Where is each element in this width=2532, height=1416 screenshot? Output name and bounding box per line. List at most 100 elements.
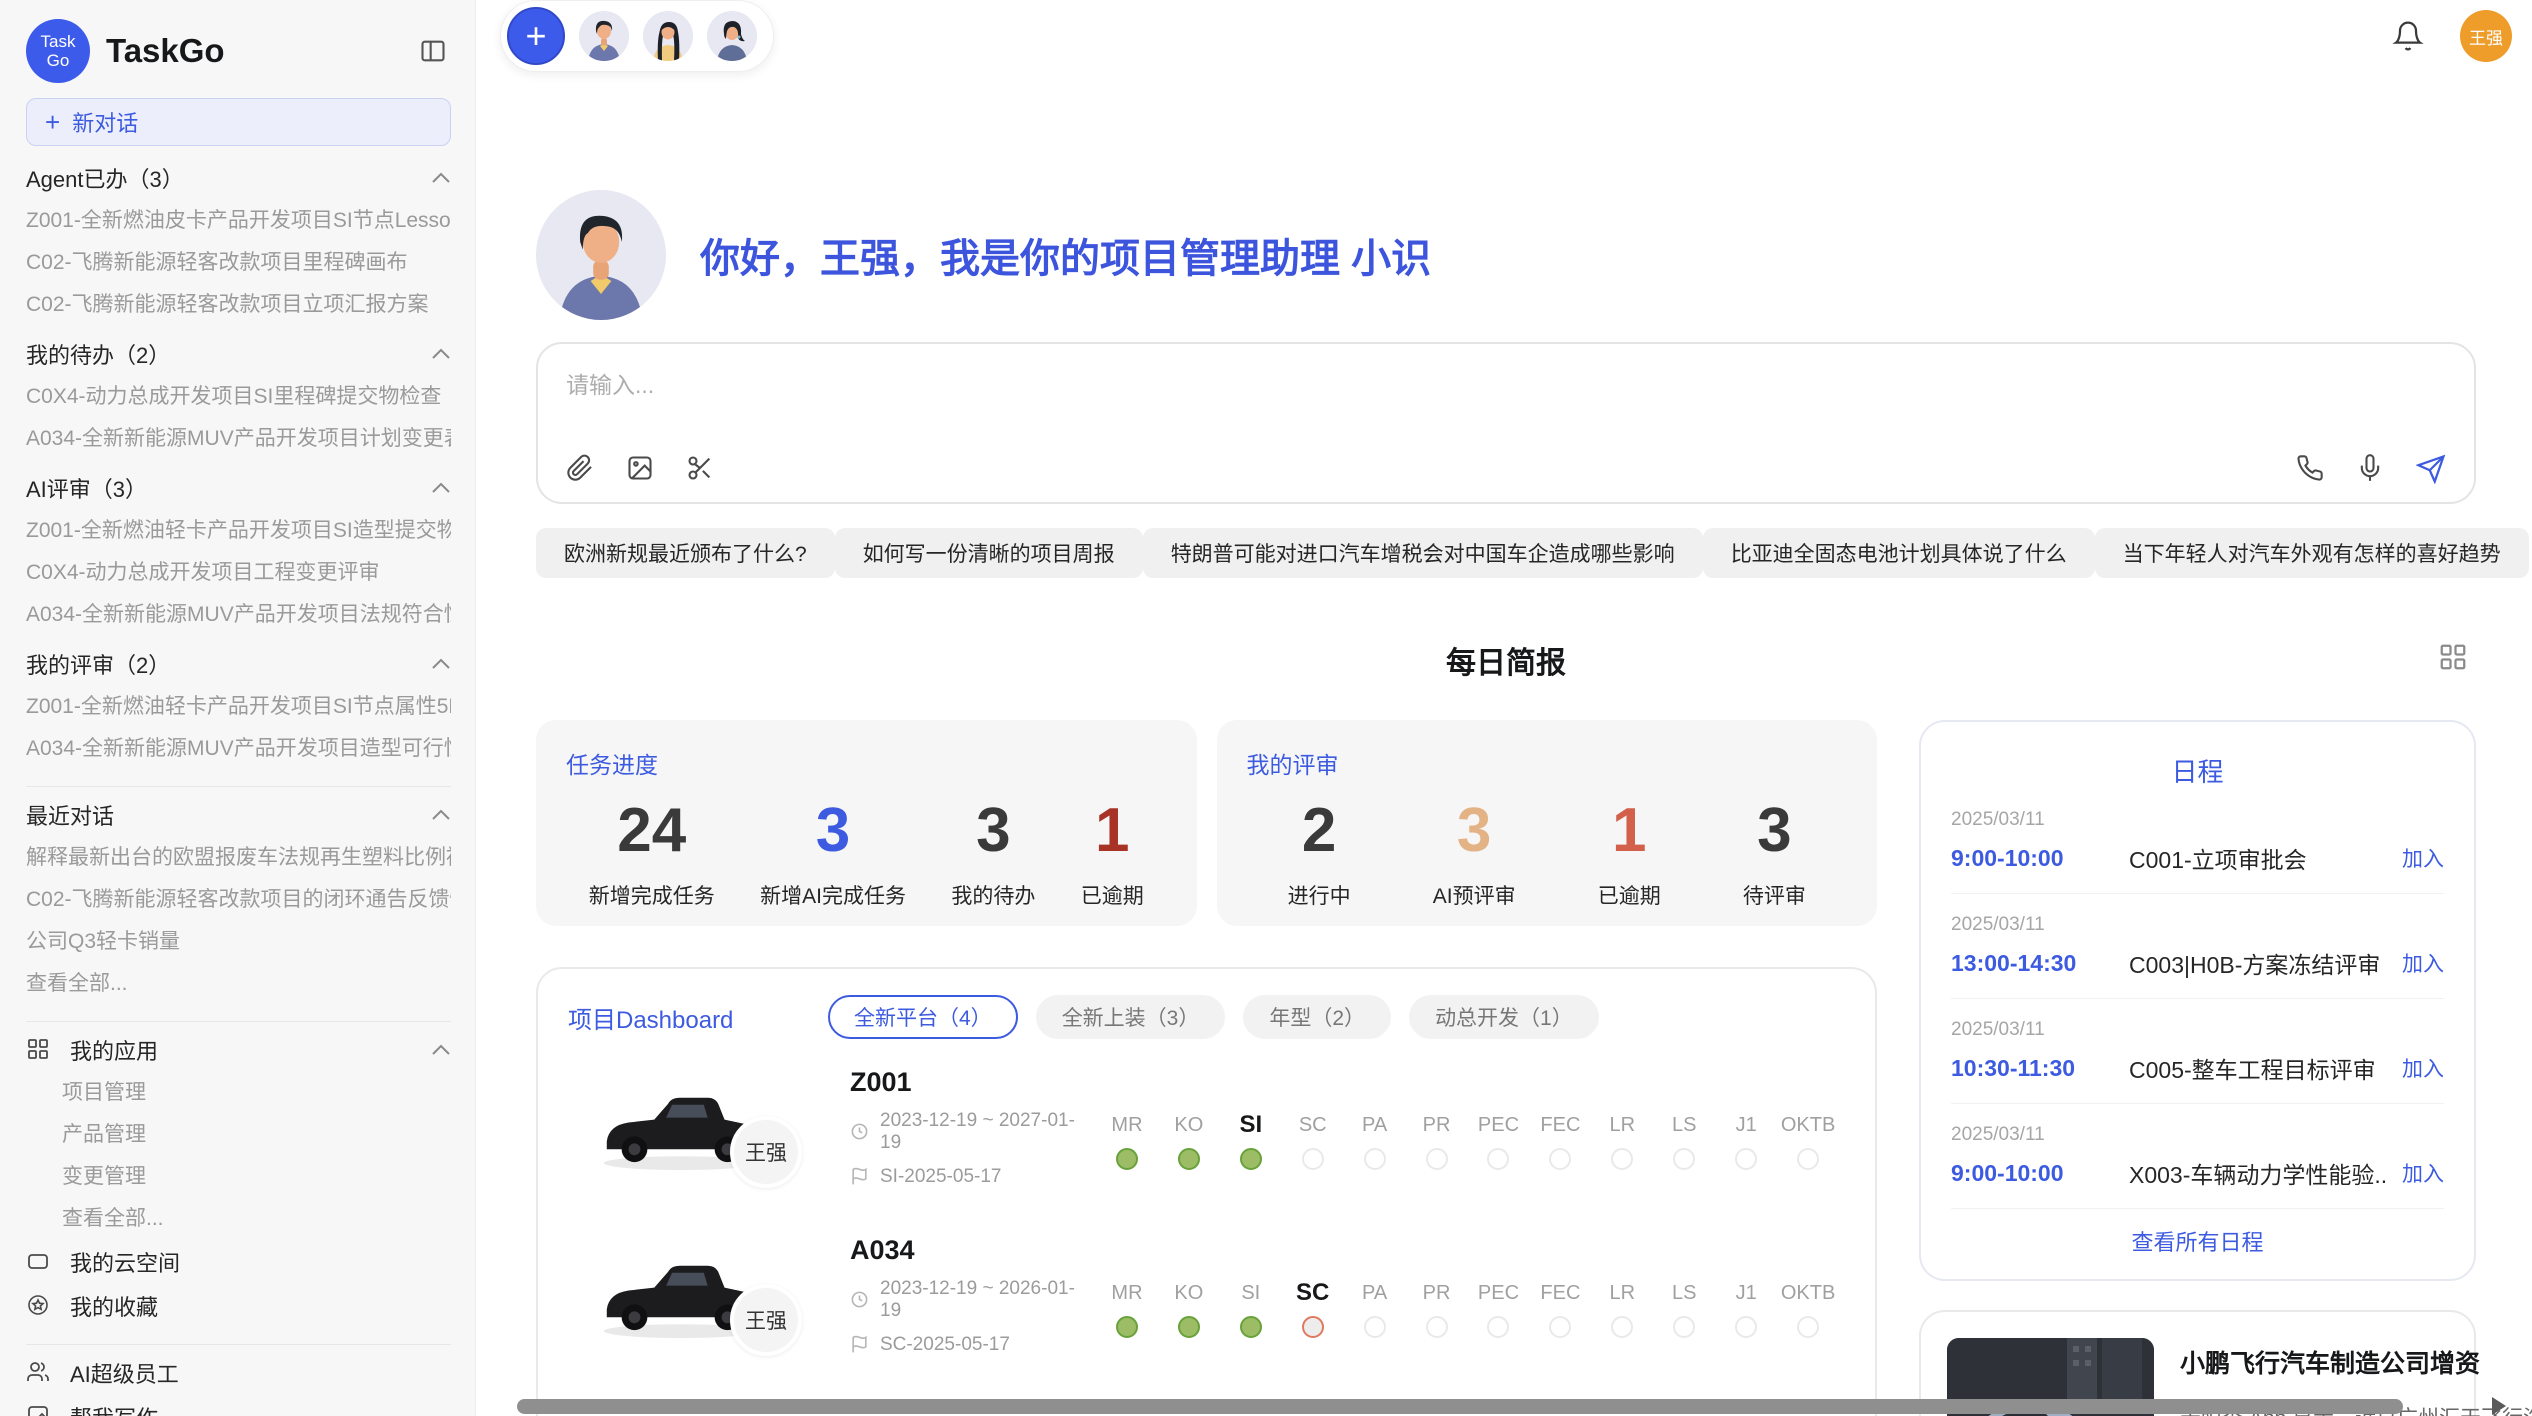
tab-new-body[interactable]: 全新上装（3） bbox=[1036, 995, 1226, 1039]
chevron-up-icon[interactable] bbox=[431, 1044, 451, 1056]
scroll-right-arrow[interactable] bbox=[2492, 1397, 2506, 1415]
list-item[interactable]: A034-全新新能源MUV产品开发项目计划变更表编写 bbox=[26, 418, 451, 460]
join-button[interactable]: 加入 bbox=[2402, 843, 2444, 873]
list-item[interactable]: C02-飞腾新能源轻客改款项目的闭环通告反馈情况 bbox=[26, 879, 451, 921]
stat-ai-pre-review: 3 AI预评审 bbox=[1433, 796, 1516, 910]
task-progress-card: 任务进度 24 新增完成任务 3 新增AI完成任务 bbox=[536, 720, 1197, 926]
content: 你好，王强，我是你的项目管理助理 小识 欧洲新规最近颁布了什么? bbox=[536, 190, 2476, 1416]
chevron-up-icon[interactable] bbox=[431, 482, 451, 494]
sidebar-item-product-mgmt[interactable]: 产品管理 bbox=[26, 1114, 451, 1156]
project-row[interactable]: 王强 Z001 2023-12-19 ~ 2027-01-19 bbox=[568, 1047, 1845, 1207]
news-title: 小鹏飞行汽车制造公司增资 bbox=[2180, 1344, 2532, 1380]
project-owner-badge: 王强 bbox=[730, 1284, 802, 1356]
sidebar-item-my-apps[interactable]: 我的应用 bbox=[26, 1028, 451, 1072]
milestone-dot bbox=[1549, 1148, 1571, 1170]
sidebar-item-favorites[interactable]: 我的收藏 bbox=[26, 1284, 451, 1328]
milestone-dot bbox=[1302, 1316, 1324, 1338]
join-button[interactable]: 加入 bbox=[2402, 948, 2444, 978]
project-code: Z001 bbox=[850, 1067, 1096, 1098]
section-ai-review[interactable]: AI评审（3） bbox=[26, 466, 451, 510]
list-item[interactable]: C02-飞腾新能源轻客改款项目里程碑画布 bbox=[26, 242, 451, 284]
list-item[interactable]: Z001-全新燃油皮卡产品开发项目SI节点Lesson Learn报告 bbox=[26, 200, 451, 242]
milestone-dot bbox=[1116, 1316, 1138, 1338]
tab-year-model[interactable]: 年型（2） bbox=[1243, 995, 1391, 1039]
list-item[interactable]: C0X4-动力总成开发项目SI里程碑提交物检查 bbox=[26, 376, 451, 418]
notification-bell-icon[interactable] bbox=[2392, 20, 2424, 52]
suggestion-chip[interactable]: 当下年轻人对汽车外观有怎样的喜好趋势 bbox=[2095, 528, 2529, 578]
chevron-up-icon[interactable] bbox=[431, 172, 451, 184]
divider bbox=[26, 1021, 451, 1022]
join-button[interactable]: 加入 bbox=[2402, 1053, 2444, 1083]
list-item[interactable]: A034-全新新能源MUV产品开发项目造型可行性评审 bbox=[26, 728, 451, 770]
list-item[interactable]: 公司Q3轻卡销量 bbox=[26, 921, 451, 963]
milestone-dot bbox=[1364, 1148, 1386, 1170]
project-dates: 2023-12-19 ~ 2026-01-19 bbox=[850, 1278, 1096, 1322]
greeting-text: 你好，王强，我是你的项目管理助理 小识 bbox=[700, 226, 1431, 284]
chat-input[interactable] bbox=[566, 366, 2446, 420]
main-area: + 王强 bbox=[476, 0, 2532, 1416]
project-image: 王强 bbox=[596, 1080, 802, 1174]
attachment-icon[interactable] bbox=[566, 454, 596, 484]
section-my-todo[interactable]: 我的待办（2） bbox=[26, 332, 451, 376]
phone-call-icon[interactable] bbox=[2296, 454, 2326, 484]
view-all-apps[interactable]: 查看全部... bbox=[26, 1198, 451, 1240]
layout-grid-icon[interactable] bbox=[2438, 642, 2468, 672]
project-owner-badge: 王强 bbox=[730, 1116, 802, 1188]
image-upload-icon[interactable] bbox=[626, 454, 656, 484]
suggestion-chip[interactable]: 如何写一份清晰的项目周报 bbox=[835, 528, 1143, 578]
list-item[interactable]: A034-全新新能源MUV产品开发项目法规符合性评审 bbox=[26, 594, 451, 636]
project-row[interactable]: 王强 A034 2023-12-19 ~ 2026-01-19 bbox=[568, 1215, 1845, 1375]
section-label: 我的评审（2） bbox=[26, 648, 170, 680]
agent-avatar-1[interactable] bbox=[579, 11, 629, 61]
stat-review-overdue: 1 已逾期 bbox=[1598, 796, 1661, 910]
image-icon bbox=[26, 1404, 52, 1416]
tab-new-platform[interactable]: 全新平台（4） bbox=[828, 995, 1018, 1039]
project-flag-date: SC-2025-05-17 bbox=[850, 1334, 1096, 1356]
section-label: 我的待办（2） bbox=[26, 338, 170, 370]
list-item[interactable]: C0X4-动力总成开发项目工程变更评审 bbox=[26, 552, 451, 594]
list-item[interactable]: Z001-全新燃油轻卡产品开发项目SI节点属性5D文件评审 bbox=[26, 686, 451, 728]
scissors-icon[interactable] bbox=[686, 454, 716, 484]
suggestion-chip[interactable]: 比亚迪全固态电池计划具体说了什么 bbox=[1703, 528, 2095, 578]
left-column: 任务进度 24 新增完成任务 3 新增AI完成任务 bbox=[536, 720, 1877, 1416]
view-all-recent[interactable]: 查看全部... bbox=[26, 963, 451, 1005]
new-chat-button[interactable]: + 新对话 bbox=[26, 98, 451, 146]
suggestion-chip[interactable]: 特朗普可能对进口汽车增税会对中国车企造成哪些影响 bbox=[1143, 528, 1703, 578]
section-recent-chats[interactable]: 最近对话 bbox=[26, 793, 451, 837]
send-icon[interactable] bbox=[2416, 454, 2446, 484]
join-button[interactable]: 加入 bbox=[2402, 1158, 2444, 1188]
sidebar-item-project-mgmt[interactable]: 项目管理 bbox=[26, 1072, 451, 1114]
list-item[interactable]: Z001-全新燃油轻卡产品开发项目SI造型提交物评审 bbox=[26, 510, 451, 552]
assistant-avatar bbox=[536, 190, 666, 320]
chevron-up-icon[interactable] bbox=[431, 348, 451, 360]
sidebar-item-cloud-space[interactable]: 我的云空间 bbox=[26, 1240, 451, 1284]
user-avatar[interactable]: 王强 bbox=[2460, 10, 2512, 62]
chevron-up-icon[interactable] bbox=[431, 658, 451, 670]
list-item[interactable]: 解释最新出台的欧盟报废车法规再生塑料比例被调至15%... bbox=[26, 837, 451, 879]
agent-avatar-2[interactable] bbox=[643, 11, 693, 61]
horizontal-scrollbar[interactable] bbox=[517, 1399, 2403, 1414]
daily-brief-header: 每日简报 bbox=[536, 638, 2476, 682]
schedule-card: 日程 2025/03/11 9:00-10:00 C001-立项审批会 加入 2… bbox=[1919, 720, 2476, 1281]
suggestion-chip[interactable]: 欧洲新规最近颁布了什么? bbox=[536, 528, 835, 578]
section-agent-done[interactable]: Agent已办（3） bbox=[26, 156, 451, 200]
section-my-review[interactable]: 我的评审（2） bbox=[26, 642, 451, 686]
cloud-space-label: 我的云空间 bbox=[70, 1246, 180, 1278]
greeting-row: 你好，王强，我是你的项目管理助理 小识 bbox=[536, 190, 2476, 320]
tab-powertrain[interactable]: 动总开发（1） bbox=[1409, 995, 1599, 1039]
agent-avatar-pill: + bbox=[500, 0, 774, 72]
sidebar-item-help-write[interactable]: 帮我写作 bbox=[26, 1395, 451, 1416]
sidebar-collapse-icon[interactable] bbox=[415, 33, 451, 69]
microphone-icon[interactable] bbox=[2356, 454, 2386, 484]
sidebar-item-ai-employee[interactable]: AI超级员工 bbox=[26, 1351, 451, 1395]
stat-new-done: 24 新增完成任务 bbox=[589, 796, 715, 910]
sidebar-item-change-mgmt[interactable]: 变更管理 bbox=[26, 1156, 451, 1198]
milestone-track: MR KO SI SC PA PR PEC FEC LR LS J1 bbox=[1096, 1110, 1845, 1144]
add-agent-button[interactable]: + bbox=[507, 7, 565, 65]
agent-avatar-3[interactable] bbox=[707, 11, 757, 61]
list-item[interactable]: C02-飞腾新能源轻客改款项目立项汇报方案 bbox=[26, 284, 451, 326]
chevron-up-icon[interactable] bbox=[431, 809, 451, 821]
section-label: Agent已办（3） bbox=[26, 162, 184, 194]
view-all-schedule[interactable]: 查看所有日程 bbox=[1951, 1225, 2444, 1257]
ai-employee-label: AI超级员工 bbox=[70, 1357, 179, 1389]
